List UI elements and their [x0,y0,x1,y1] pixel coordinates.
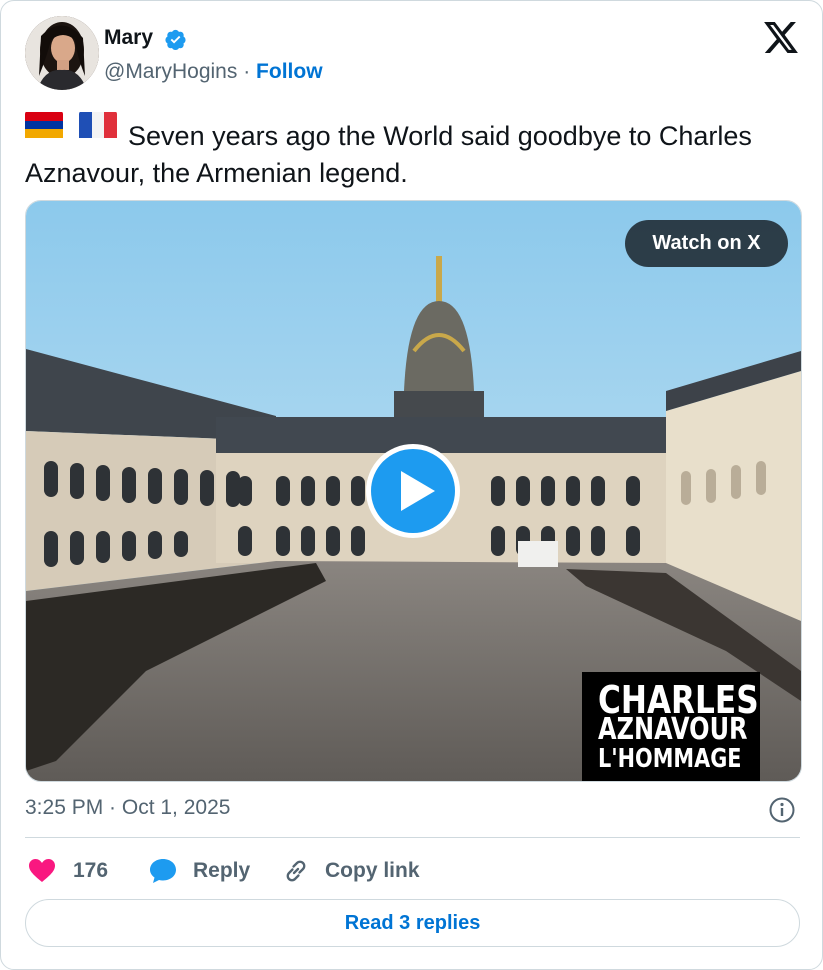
copy-link-label: Copy link [325,859,420,882]
divider [25,837,800,838]
tweet-body: Seven years ago the World said goodbye t… [25,121,752,188]
copy-link-button[interactable]: Copy link [283,854,420,888]
author-name[interactable]: Mary [104,26,153,50]
armenia-flag-icon [25,111,63,148]
author-handle[interactable]: @MaryHogins [104,60,237,83]
overlay-line-2: AZNAVOUR [598,712,748,747]
separator-dot: · [243,60,251,83]
tweet-text: Seven years ago the World said goodbye t… [25,111,785,192]
reply-button[interactable]: Reply [149,854,250,888]
watch-on-x-button[interactable]: Watch on X [625,220,788,267]
handle-row: @MaryHogins · Follow [104,60,323,84]
play-icon[interactable] [363,441,463,541]
timestamp[interactable]: 3:25 PM · Oct 1, 2025 [25,796,230,820]
follow-button[interactable]: Follow [256,60,323,83]
reply-label: Reply [193,859,251,882]
france-flag-icon [78,111,117,148]
video-media[interactable]: Watch on X CHARLES AZNAVOUR L'HOMMAGE [25,200,802,782]
like-button[interactable]: 176 [29,854,108,888]
link-icon [286,860,306,882]
verified-badge-icon [165,29,186,51]
x-logo-icon[interactable] [764,22,798,53]
avatar[interactable] [25,16,99,90]
reply-bubble-icon [150,859,176,883]
overlay-line-3: L'HOMMAGE [598,744,742,774]
read-replies-button[interactable]: Read 3 replies [25,899,800,947]
like-count: 176 [73,859,109,882]
info-icon[interactable] [768,796,796,824]
tweet-card: Mary @MaryHogins · Follow Seven years ag… [0,0,823,970]
heart-icon [29,859,55,882]
video-caption-overlay: CHARLES AZNAVOUR L'HOMMAGE [582,672,760,781]
